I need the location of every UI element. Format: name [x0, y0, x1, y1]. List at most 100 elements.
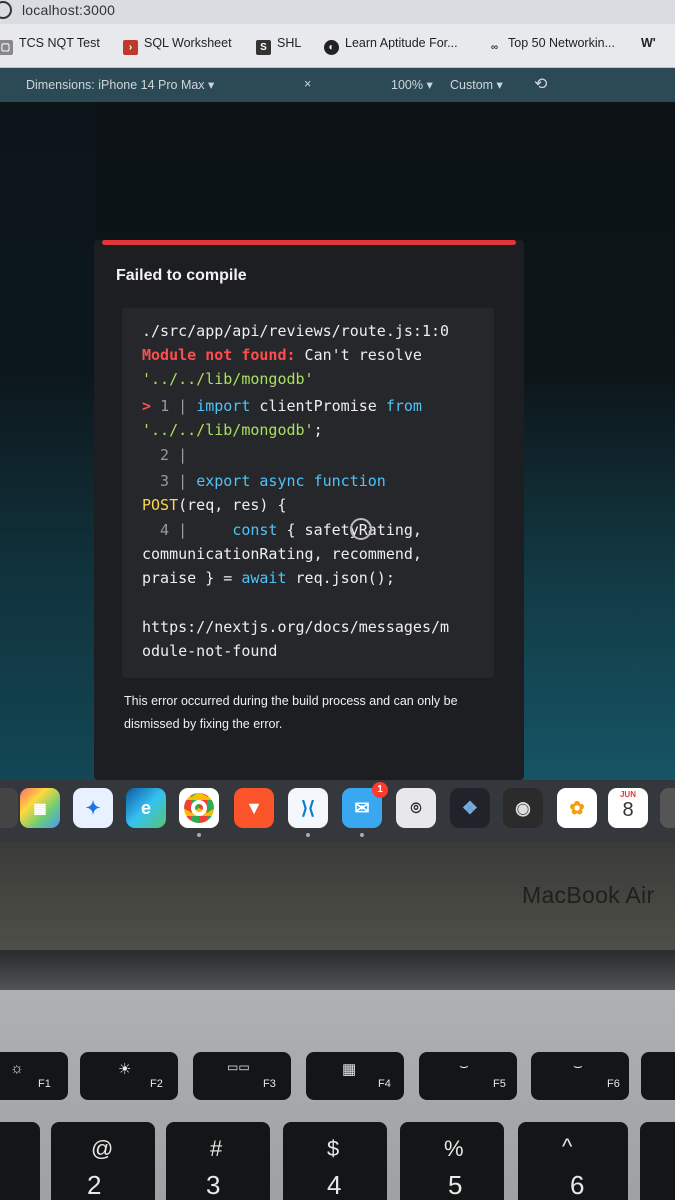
error-marker: >	[142, 397, 161, 415]
key-1[interactable]	[0, 1122, 40, 1200]
shl-icon: S	[256, 40, 271, 55]
key-5[interactable]: % 5	[400, 1122, 504, 1200]
docs-link-part2[interactable]: odule-not-found	[142, 642, 277, 660]
key-digit: 4	[327, 1170, 342, 1200]
error-file-path: ./src/app/api/reviews/route.js:1:0	[142, 322, 450, 340]
brightness-down-icon: ☼	[10, 1060, 24, 1077]
keyword: import	[196, 397, 260, 415]
error-message-line: Module not found: Can't resolve	[142, 346, 422, 364]
rotate-icon[interactable]: ⟲	[534, 74, 547, 94]
obs-icon[interactable]: ◉	[503, 788, 543, 828]
bookmark-label: SQL Worksheet	[144, 36, 232, 50]
close-icon[interactable]: ×	[304, 77, 311, 91]
key-f1[interactable]: ☼ F1	[0, 1052, 68, 1100]
error-title: Failed to compile	[116, 267, 247, 284]
key-f2[interactable]: ☀ F2	[80, 1052, 178, 1100]
brave-icon[interactable]: ▼	[234, 788, 274, 828]
bookmark-top-50-networking[interactable]: ∞ Top 50 Networkin...	[487, 36, 615, 56]
launchpad-icon[interactable]: ▦	[20, 788, 60, 828]
davinci-resolve-icon[interactable]: ❖	[450, 788, 490, 828]
mail-icon[interactable]: ✉ 1	[342, 782, 388, 828]
key-f3[interactable]: ▭▭ F3	[193, 1052, 291, 1100]
bookmark-tcs-nqt[interactable]: ▢ TCS NQT Test	[0, 36, 100, 56]
safari-icon[interactable]: ✦	[73, 788, 113, 828]
key-label: F5	[493, 1078, 506, 1090]
line-number: 1 |	[160, 397, 197, 415]
screen-bezel: MacBook Air	[0, 842, 675, 950]
key-symbol: #	[210, 1136, 223, 1161]
code-line-1-cont: '../../lib/mongodb';	[142, 421, 323, 439]
key-f7[interactable]	[641, 1052, 675, 1100]
bookmark-label: Top 50 Networkin...	[508, 36, 615, 50]
vscode-icon[interactable]: ⟩⟨	[288, 788, 328, 828]
key-4[interactable]: $ 4	[283, 1122, 387, 1200]
app-icon[interactable]	[660, 788, 675, 828]
calendar-month: JUN	[619, 790, 636, 799]
function-name: POST	[142, 496, 179, 514]
site-info-icon[interactable]	[0, 1, 12, 19]
key-digit: 6	[570, 1170, 585, 1200]
key-label: F6	[607, 1078, 620, 1090]
dimensions-select[interactable]: Dimensions: iPhone 14 Pro Max ▾	[26, 77, 214, 92]
code-line-4: 4 | const { safetyRating,	[142, 521, 422, 539]
key-3[interactable]: # 3	[166, 1122, 270, 1200]
app-icon[interactable]	[0, 788, 18, 828]
key-digit: 3	[206, 1170, 221, 1200]
url-text: localhost:3000	[22, 2, 116, 18]
keyword: export async function	[196, 472, 386, 490]
bookmark-label: TCS NQT Test	[19, 36, 100, 50]
key-f5[interactable]: ⌣ F5	[419, 1052, 517, 1100]
laptop-hinge	[0, 950, 675, 990]
bookmark-shl[interactable]: S SHL	[256, 36, 301, 56]
throttle-select[interactable]: Custom ▾	[450, 77, 503, 92]
error-message: Can't resolve	[295, 346, 422, 364]
dock: ▦ ✦ e ▼ ⟩⟨ ✉ 1 ⌾ ❖ ◉ ✿ JUN 8	[0, 780, 675, 842]
module-path: '../../lib/mongodb'	[142, 370, 314, 388]
key-digit: 2	[87, 1170, 102, 1200]
key-2[interactable]: @ 2	[51, 1122, 155, 1200]
code-line-3: 3 | export async function	[142, 472, 386, 490]
key-7[interactable]	[640, 1122, 675, 1200]
calendar-icon[interactable]: JUN 8	[608, 788, 648, 828]
address-bar[interactable]: localhost:3000	[0, 0, 675, 24]
code-line-2: 2 |	[142, 446, 188, 464]
key-symbol: @	[91, 1136, 114, 1161]
error-code-block: ./src/app/api/reviews/route.js:1:0 Modul…	[122, 308, 494, 678]
bookmark-label: Learn Aptitude For...	[345, 36, 458, 50]
key-symbol: ^	[562, 1134, 573, 1159]
line-number: 4 |	[142, 521, 233, 539]
running-indicator	[197, 833, 201, 837]
key-f4[interactable]: ▦ F4	[306, 1052, 404, 1100]
bookmark-learn-aptitude[interactable]: ◐ Learn Aptitude For...	[324, 36, 458, 56]
keyboard: ☼ F1 ☀ F2 ▭▭ F3 ▦ F4 ⌣ F5 ⌣ F6 @ 2 # 3 $…	[0, 990, 675, 1200]
chrome-icon[interactable]	[179, 788, 219, 828]
key-symbol: %	[444, 1136, 464, 1161]
zoom-select[interactable]: 100% ▾	[391, 77, 433, 92]
key-digit: 5	[448, 1170, 463, 1200]
mail-badge: 1	[372, 782, 388, 798]
calendar-day: 8	[622, 799, 634, 821]
running-indicator	[306, 833, 310, 837]
launchpad-key-icon: ▦	[342, 1061, 357, 1078]
bookmark-overflow[interactable]: W'	[641, 36, 656, 56]
bookmark-sql-worksheet[interactable]: › SQL Worksheet	[123, 36, 232, 56]
identifier: clientPromise	[259, 397, 386, 415]
running-indicator	[360, 833, 364, 837]
params: (req, res) {	[178, 496, 287, 514]
error-footer-note: This error occurred during the build pro…	[124, 694, 458, 731]
key-6[interactable]: ^ 6	[518, 1122, 628, 1200]
error-accent-bar	[102, 240, 516, 245]
code-line-3-cont: POST(req, res) {	[142, 496, 287, 514]
docs-link-part1[interactable]: https://nextjs.org/docs/messages/m	[142, 618, 449, 636]
key-label: F3	[263, 1078, 276, 1090]
cursor-icon	[350, 518, 372, 540]
key-label: F4	[378, 1078, 391, 1090]
code-line-4-cont2: praise } = await req.json();	[142, 569, 395, 587]
key-f6[interactable]: ⌣ F6	[531, 1052, 629, 1100]
keyboard-light-down-icon: ⌣	[459, 1058, 469, 1075]
photos-icon[interactable]: ✿	[557, 788, 597, 828]
backdrop	[0, 102, 96, 780]
keyword: from	[385, 397, 422, 415]
screenshot-icon[interactable]: ⌾	[396, 788, 436, 828]
edge-icon[interactable]: e	[126, 788, 166, 828]
